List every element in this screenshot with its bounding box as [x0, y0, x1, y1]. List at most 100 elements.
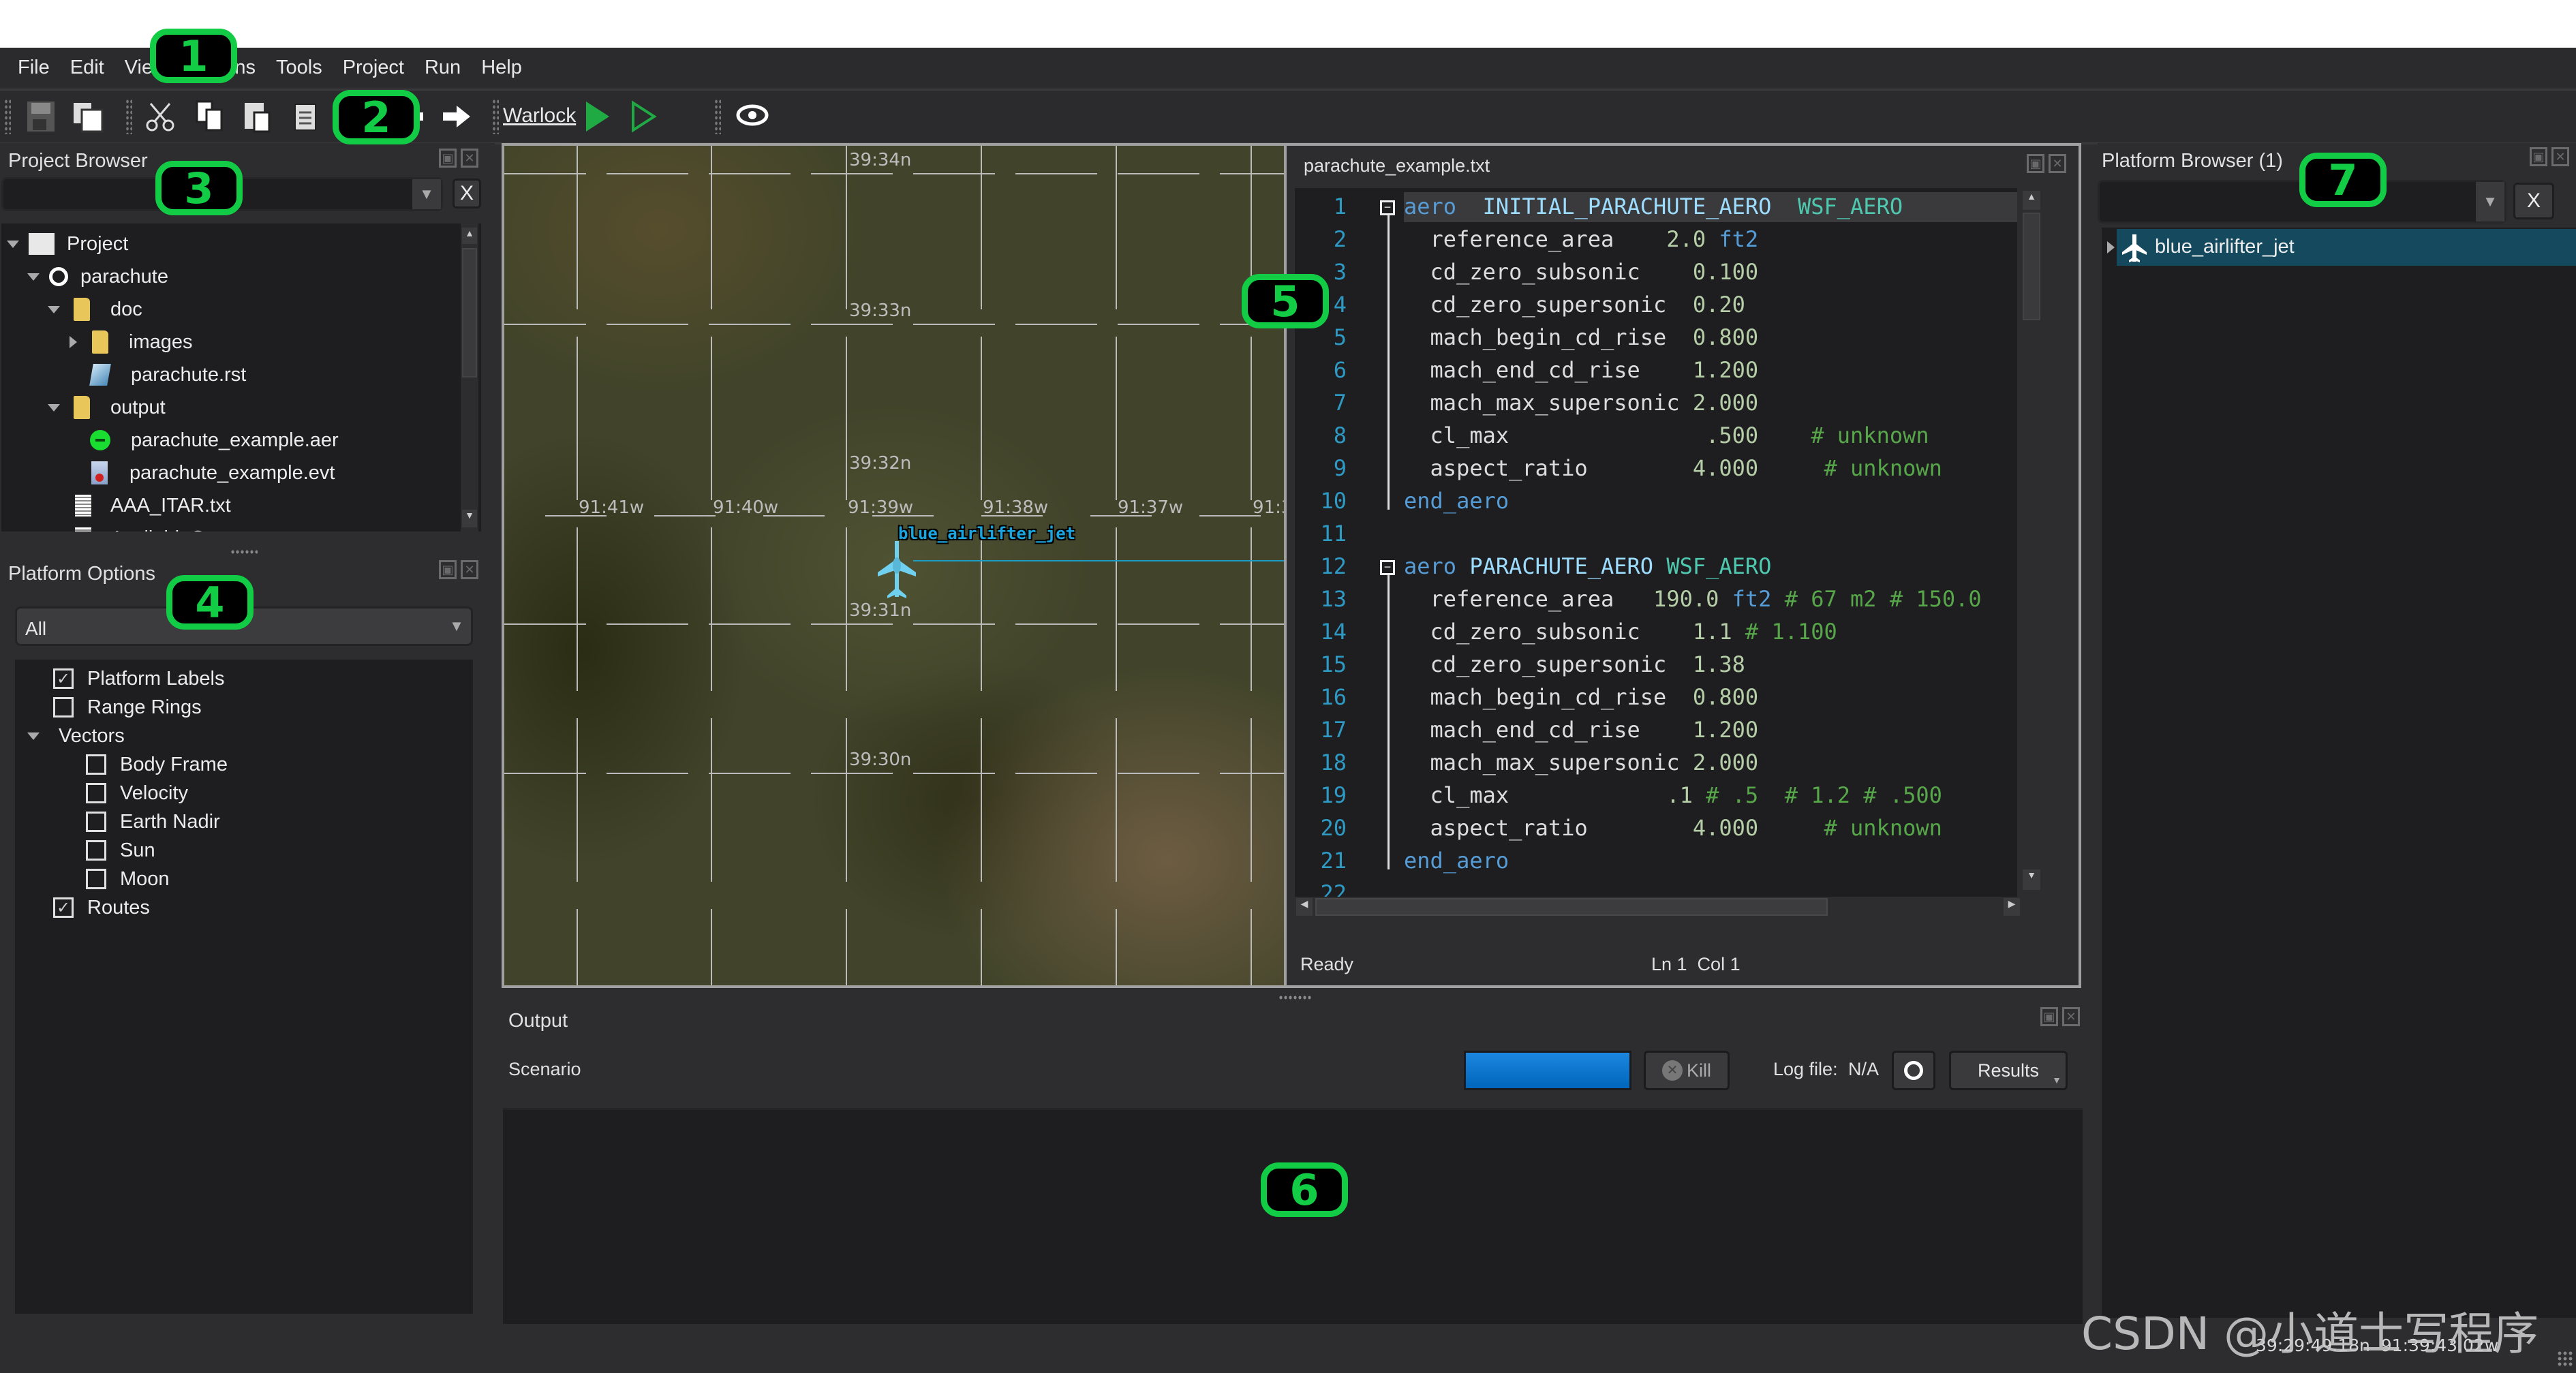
chevron-down-icon[interactable]: ▼	[442, 608, 471, 644]
menu-help[interactable]: Help	[481, 57, 522, 79]
results-button[interactable]: Results ▼	[1949, 1051, 2068, 1090]
code-line[interactable]: mach_end_cd_rise 1.200	[1404, 717, 1759, 743]
checkbox-checked-icon[interactable]: ✓	[53, 897, 74, 918]
code-line[interactable]: aspect_ratio 4.000 # unknown	[1404, 455, 1942, 481]
tree-item[interactable]: Project	[7, 228, 128, 260]
chevron-down-icon[interactable]: ▼	[2476, 182, 2504, 221]
checkbox-unchecked-icon[interactable]	[86, 869, 106, 889]
code-line[interactable]: aero INITIAL_PARACHUTE_AERO WSF_AERO	[1404, 194, 1903, 219]
menu-run[interactable]: Run	[425, 57, 461, 79]
copy-icon[interactable]	[192, 99, 228, 134]
float-icon[interactable]: ▣	[439, 149, 457, 168]
expand-icon[interactable]	[48, 305, 60, 313]
option-group-vectors[interactable]: Vectors	[27, 720, 125, 752]
option-earth-nadir[interactable]: Earth Nadir	[86, 805, 220, 838]
code-line[interactable]: cl_max .1 # .5 # 1.2 # .500	[1404, 782, 1942, 808]
checkbox-unchecked-icon[interactable]	[86, 840, 106, 861]
tree-item[interactable]: parachute	[27, 260, 168, 293]
expand-icon[interactable]	[2107, 241, 2115, 253]
paste-icon[interactable]	[240, 99, 275, 134]
fold-toggle-icon[interactable]: −	[1380, 560, 1395, 575]
code-line[interactable]: mach_begin_cd_rise 0.800	[1404, 324, 1759, 350]
airplane-icon[interactable]	[876, 540, 917, 601]
expand-icon[interactable]	[27, 273, 40, 281]
checkbox-unchecked-icon[interactable]	[86, 754, 106, 775]
chevron-down-icon[interactable]: ▼	[412, 179, 441, 209]
code-line[interactable]: cd_zero_subsonic 0.100	[1404, 259, 1759, 285]
scroll-thumb[interactable]	[1315, 898, 1828, 916]
code-line[interactable]: reference_area 2.0 ft2	[1404, 226, 1759, 252]
menu-tools[interactable]: Tools	[276, 57, 322, 79]
code-line[interactable]: cd_zero_supersonic 1.38	[1404, 651, 1745, 677]
tree-item[interactable]: output	[48, 391, 166, 424]
project-tree-scrollbar[interactable]: ▲ ▼	[461, 223, 478, 531]
save-icon[interactable]	[23, 99, 59, 134]
forward-icon[interactable]	[439, 99, 474, 134]
expand-icon[interactable]	[48, 403, 60, 412]
option-sun[interactable]: Sun	[86, 834, 155, 867]
float-icon[interactable]: ▣	[439, 560, 457, 579]
float-icon[interactable]: ▣	[2040, 1007, 2058, 1026]
code-editor[interactable]: 1 aero INITIAL_PARACHUTE_AERO WSF_AERO 2 r…	[1295, 188, 2017, 897]
checkbox-checked-icon[interactable]: ✓	[53, 668, 74, 689]
close-icon[interactable]: ✕	[2551, 147, 2569, 166]
fold-toggle-icon[interactable]: −	[1380, 200, 1395, 215]
option-platform-labels[interactable]: ✓ Platform Labels	[53, 662, 225, 695]
scroll-up-icon[interactable]: ▲	[462, 228, 477, 244]
scroll-left-icon[interactable]: ◀	[1296, 898, 1313, 916]
code-line[interactable]: aspect_ratio 4.000 # unknown	[1404, 815, 1942, 841]
map-view[interactable]: 39:34n 39:33n 39:32n 39:31n 39:30n 91:41w 91:4…	[502, 143, 1287, 988]
menu-file[interactable]: File	[18, 57, 50, 79]
code-line[interactable]: mach_end_cd_rise 1.200	[1404, 357, 1759, 383]
tree-item[interactable]: AAA_ITAR.txt	[75, 489, 231, 522]
close-icon[interactable]: ✕	[2062, 1007, 2080, 1026]
option-body-frame[interactable]: Body Frame	[86, 748, 228, 781]
toolbar-grip[interactable]	[714, 99, 721, 134]
editor-vscrollbar[interactable]: ▲ ▼	[2021, 188, 2042, 897]
cut-icon[interactable]	[143, 99, 179, 134]
editor-hscrollbar[interactable]: ◀ ▶	[1295, 897, 2021, 917]
float-icon[interactable]: ▣	[2530, 147, 2547, 166]
tree-item[interactable]: doc	[48, 293, 142, 326]
close-icon[interactable]: ✕	[461, 149, 478, 168]
open-logfile-button[interactable]	[1892, 1051, 1935, 1090]
toolbar-grip[interactable]	[4, 99, 11, 134]
toolbar-grip[interactable]	[492, 99, 499, 134]
splitter-handle[interactable]	[1278, 995, 1313, 1000]
code-line[interactable]: end_aero	[1404, 848, 1509, 874]
run-icon[interactable]	[579, 99, 615, 134]
code-line[interactable]: reference_area 190.0 ft2 # 67 m2 # 150.0	[1404, 586, 1982, 612]
scroll-right-icon[interactable]: ▶	[2004, 898, 2020, 916]
option-velocity[interactable]: Velocity	[86, 777, 188, 809]
resize-grip[interactable]	[2557, 1351, 2573, 1367]
code-line[interactable]: cd_zero_subsonic 1.1 # 1.100	[1404, 619, 1837, 645]
option-routes[interactable]: ✓ Routes	[53, 891, 150, 924]
toolbar-grip[interactable]	[125, 99, 132, 134]
clear-filter-button[interactable]: X	[453, 179, 481, 209]
code-line[interactable]: mach_max_supersonic 2.000	[1404, 750, 1759, 775]
code-line[interactable]: mach_begin_cd_rise 0.800	[1404, 684, 1759, 710]
run-target-link[interactable]: Warlock	[503, 104, 576, 127]
close-icon[interactable]: ✕	[2049, 154, 2066, 173]
scroll-thumb[interactable]	[2023, 213, 2040, 320]
close-icon[interactable]: ✕	[461, 560, 478, 579]
code-line[interactable]: aero PARACHUTE_AERO WSF_AERO	[1404, 553, 1771, 579]
code-line[interactable]: cl_max .500 # unknown	[1404, 422, 1929, 448]
code-line[interactable]: mach_max_supersonic 2.000	[1404, 390, 1759, 416]
float-icon[interactable]: ▣	[2027, 154, 2044, 173]
tree-item[interactable]: parachute_example.evt	[91, 457, 335, 489]
option-range-rings[interactable]: Range Rings	[53, 691, 202, 724]
clear-filter-button[interactable]: X	[2513, 183, 2554, 219]
menu-project[interactable]: Project	[343, 57, 404, 79]
checkbox-unchecked-icon[interactable]	[53, 697, 74, 718]
expand-icon[interactable]	[70, 336, 77, 348]
scroll-down-icon[interactable]: ▼	[2023, 869, 2040, 890]
splitter-handle[interactable]	[230, 549, 258, 555]
save-all-icon[interactable]	[71, 99, 106, 134]
run-no-debug-icon[interactable]	[626, 99, 661, 134]
scroll-up-icon[interactable]: ▲	[2023, 191, 2040, 210]
platform-list-item[interactable]: blue_airlifter_jet	[2107, 229, 2576, 266]
menu-edit[interactable]: Edit	[70, 57, 104, 79]
expand-icon[interactable]	[27, 732, 40, 740]
tree-item[interactable]: parachute_example.aer	[90, 424, 339, 457]
